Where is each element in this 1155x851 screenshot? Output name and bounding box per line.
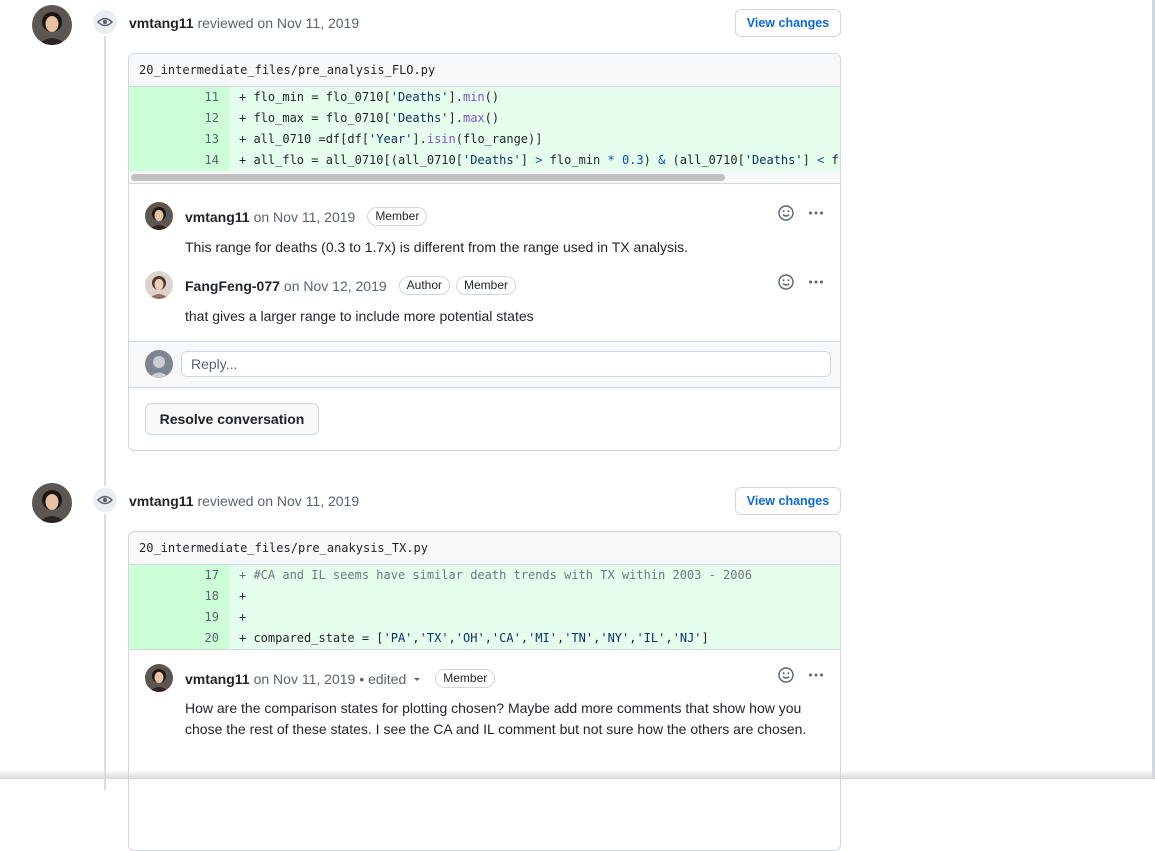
diff-line: 13 + all_0710 =df[df['Year'].isin(flo_ra… [129, 129, 840, 150]
code-line: + flo_min = flo_0710['Deaths'].min() [229, 87, 840, 108]
code-line: + #CA and IL seems have similar death tr… [229, 565, 840, 586]
author-badge: Author [398, 276, 451, 295]
line-number[interactable]: 13 [129, 129, 229, 150]
review-comment: vmtang11 on Nov 11, 2019 Member This ran… [145, 201, 824, 261]
diff-table: 11 + flo_min = flo_0710['Deaths'].min() … [129, 87, 840, 184]
line-number[interactable]: 20 [129, 628, 229, 649]
code-line: + flo_max = flo_0710['Deaths'].max() [229, 108, 840, 129]
scrollbar-thumb[interactable] [131, 174, 725, 181]
comment-date-link[interactable]: on Nov 12, 2019 [284, 278, 387, 294]
avatar[interactable] [32, 5, 72, 45]
kebab-horizontal-icon[interactable] [808, 274, 824, 290]
review-thread: 20_intermediate_files/pre_analysis_FLO.p… [128, 53, 841, 451]
avatar[interactable] [145, 271, 173, 299]
avatar[interactable] [145, 202, 173, 230]
comment-header: vmtang11 on Nov 11, 2019 • edited Member [185, 669, 496, 688]
diff-line: 14 + all_flo = all_0710[(all_0710['Death… [129, 150, 840, 171]
diff-table: 17 + #CA and IL seems have similar death… [129, 565, 840, 650]
review-date-link[interactable]: on Nov 11, 2019 [257, 493, 359, 509]
review-author-link[interactable]: vmtang11 [129, 15, 194, 31]
diff-line: 11 + flo_min = flo_0710['Deaths'].min() [129, 87, 840, 108]
comment-author-link[interactable]: vmtang11 [185, 671, 250, 687]
review-comment: vmtang11 on Nov 11, 2019 • edited Member… [145, 663, 824, 773]
code-line: + all_flo = all_0710[(all_0710['Deaths']… [229, 150, 840, 171]
eye-icon [91, 486, 119, 514]
avatar [145, 350, 173, 378]
code-line: + all_0710 =df[df['Year'].isin(flo_range… [229, 129, 840, 150]
review-date-link[interactable]: on Nov 11, 2019 [257, 15, 359, 31]
avatar[interactable] [145, 664, 173, 692]
role-badge: Member [367, 207, 428, 226]
comment-date-link[interactable]: on Nov 11, 2019 [254, 209, 356, 225]
review-author-link[interactable]: vmtang11 [129, 493, 194, 509]
horizontal-scrollbar[interactable] [129, 171, 840, 184]
review-header: vmtang11 reviewed on Nov 11, 2019 [129, 493, 359, 509]
line-number[interactable]: 14 [129, 150, 229, 171]
kebab-horizontal-icon[interactable] [808, 205, 824, 221]
eye-icon [91, 8, 119, 36]
diff-line: 12 + flo_max = flo_0710['Deaths'].max() [129, 108, 840, 129]
edited-dropdown[interactable]: • edited [359, 671, 406, 687]
line-number[interactable]: 17 [129, 565, 229, 586]
reply-input[interactable]: Reply... [181, 351, 831, 377]
file-path[interactable]: 20_intermediate_files/pre_anakysis_TX.py [129, 532, 840, 565]
diff-line: 20 + compared_state = ['PA','TX','OH','C… [129, 628, 840, 649]
code-line: + compared_state = ['PA','TX','OH','CA',… [229, 628, 840, 649]
bottom-edge [0, 770, 1155, 779]
file-path[interactable]: 20_intermediate_files/pre_analysis_FLO.p… [129, 54, 840, 87]
comment-header: FangFeng-077 on Nov 12, 2019 Author Memb… [185, 276, 517, 295]
avatar[interactable] [32, 483, 72, 523]
kebab-horizontal-icon[interactable] [808, 667, 824, 683]
code-line: + [229, 607, 840, 628]
line-number[interactable]: 18 [129, 586, 229, 607]
review-comment: FangFeng-077 on Nov 12, 2019 Author Memb… [145, 270, 824, 330]
comment-body: How are the comparison states for plotti… [185, 700, 807, 737]
diff-line: 19 + [129, 607, 840, 628]
comment-author-link[interactable]: vmtang11 [185, 209, 250, 225]
comment-body: This range for deaths (0.3 to 1.7x) is d… [185, 239, 688, 255]
comment-header: vmtang11 on Nov 11, 2019 Member [185, 207, 428, 226]
smiley-icon[interactable] [778, 274, 794, 290]
line-number[interactable]: 12 [129, 108, 229, 129]
comment-date-link[interactable]: on Nov 11, 2019 [254, 671, 356, 687]
resolve-conversation-button[interactable]: Resolve conversation [145, 403, 319, 435]
comment-body: that gives a larger range to include mor… [185, 308, 534, 324]
review-verb: reviewed [197, 15, 254, 31]
timeline-line [104, 30, 106, 790]
code-line: + [229, 586, 840, 607]
comment-author-link[interactable]: FangFeng-077 [185, 278, 280, 294]
view-changes-button[interactable]: View changes [735, 9, 841, 37]
reply-area: Reply... [129, 341, 840, 388]
smiley-icon[interactable] [778, 205, 794, 221]
diff-line: 18 + [129, 586, 840, 607]
role-badge: Member [435, 669, 496, 688]
view-changes-button[interactable]: View changes [735, 487, 841, 515]
review-header: vmtang11 reviewed on Nov 11, 2019 [129, 15, 359, 31]
review-thread: 20_intermediate_files/pre_anakysis_TX.py… [128, 531, 841, 851]
smiley-icon[interactable] [778, 667, 794, 683]
line-number[interactable]: 11 [129, 87, 229, 108]
review-verb: reviewed [197, 493, 254, 509]
diff-line: 17 + #CA and IL seems have similar death… [129, 565, 840, 586]
triangle-down-icon[interactable] [411, 673, 423, 685]
role-badge: Member [456, 276, 517, 295]
line-number[interactable]: 19 [129, 607, 229, 628]
